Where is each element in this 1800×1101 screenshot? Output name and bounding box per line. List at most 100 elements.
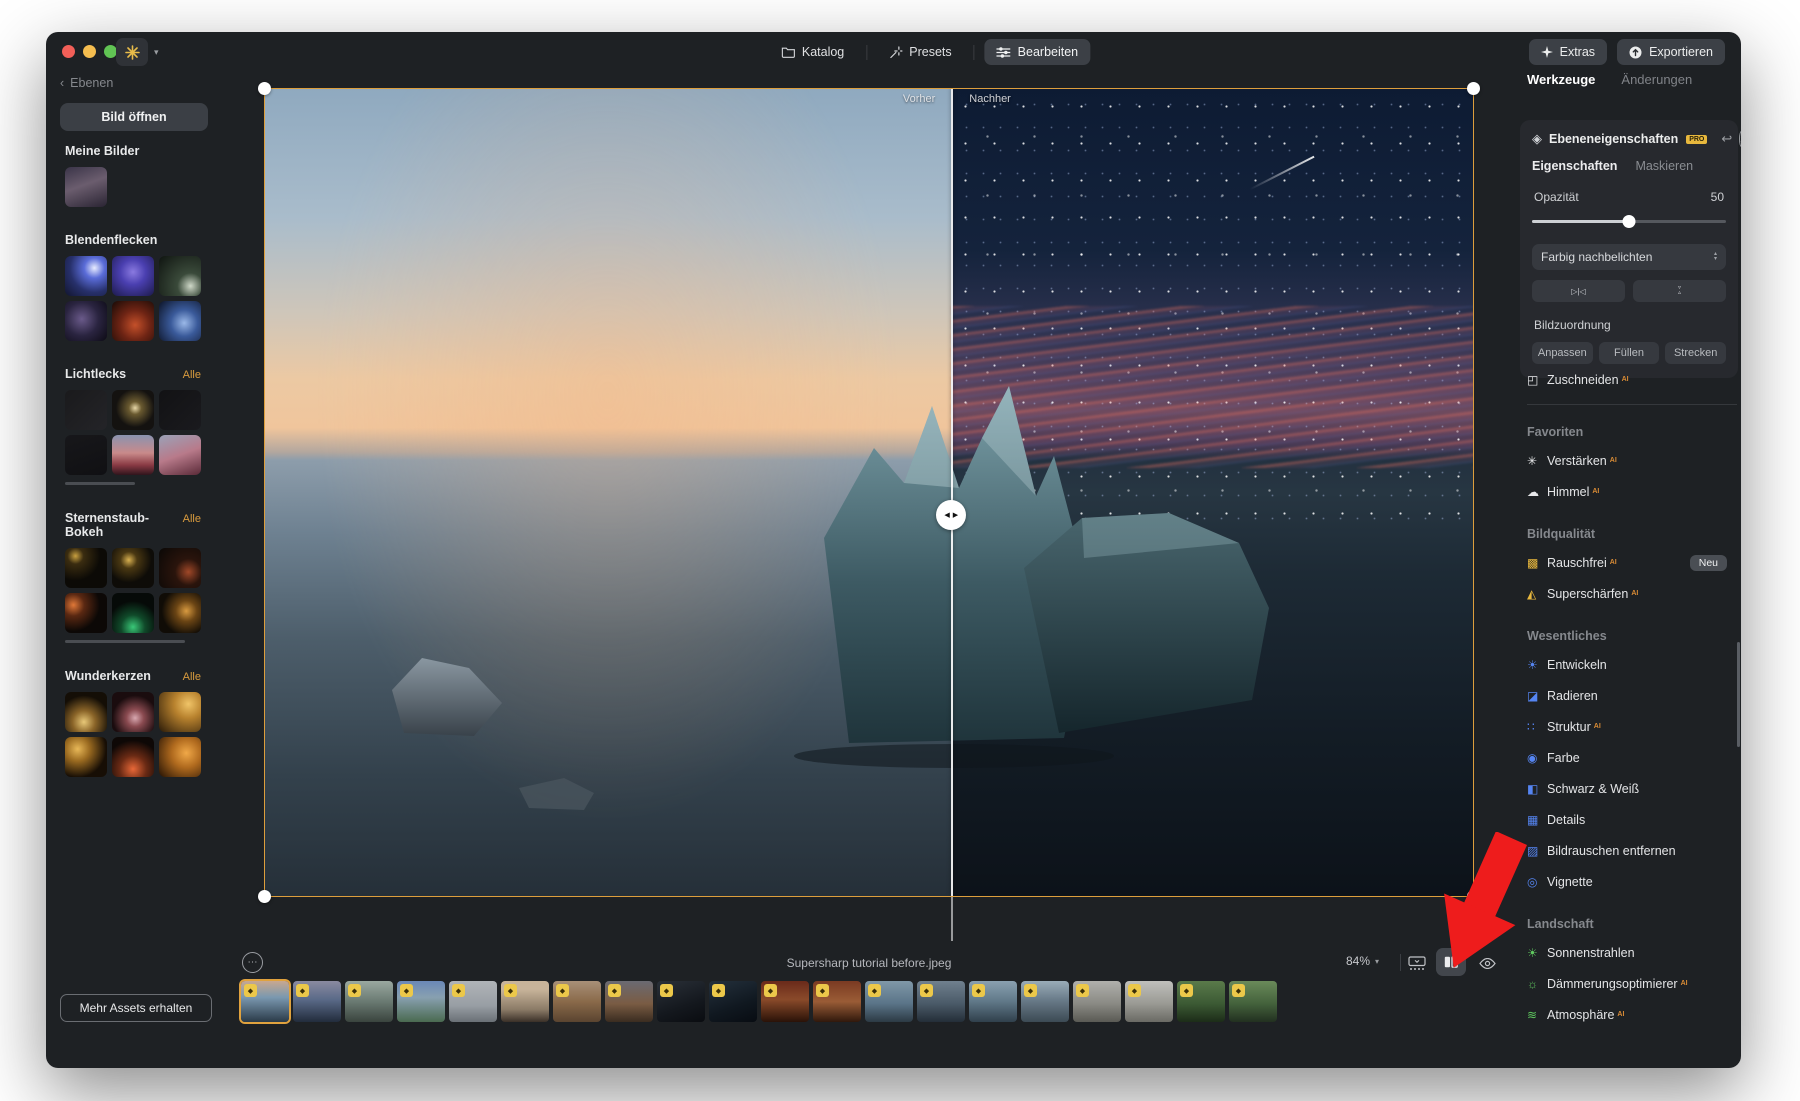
filmstrip-thumbnail[interactable]: ◆ (241, 981, 289, 1022)
tool-item[interactable]: ≋AtmosphäreAI (1527, 999, 1737, 1030)
asset-thumbnail[interactable] (65, 548, 107, 588)
asset-thumbnail[interactable] (159, 548, 201, 588)
mapping-fuellen-button[interactable]: Füllen (1599, 342, 1660, 364)
asset-thumbnail[interactable] (112, 593, 154, 633)
asset-thumbnail[interactable] (65, 256, 107, 296)
filmstrip-thumbnail[interactable]: ◆ (709, 981, 757, 1022)
tool-item[interactable]: ◪Radieren (1527, 680, 1737, 711)
more-options-button[interactable]: ⋯ (242, 952, 263, 973)
erase-icon: ◪ (1527, 689, 1547, 703)
asset-thumbnail[interactable] (112, 548, 154, 588)
tool-item[interactable]: ◭SuperschärfenAI (1527, 578, 1737, 609)
tool-item[interactable]: ◉Farbe (1527, 742, 1737, 773)
scrollbar[interactable] (65, 640, 185, 643)
get-more-assets-button[interactable]: Mehr Assets erhalten (60, 994, 212, 1022)
scrollbar[interactable] (1737, 642, 1740, 747)
compare-divider[interactable] (951, 88, 953, 897)
see-all-link[interactable]: Alle (183, 513, 201, 525)
asset-thumbnail[interactable] (159, 256, 201, 296)
subtab-maskieren[interactable]: Maskieren (1635, 159, 1693, 173)
mapping-strecken-button[interactable]: Strecken (1665, 342, 1726, 364)
asset-thumbnail[interactable] (65, 692, 107, 732)
mapping-anpassen-button[interactable]: Anpassen (1532, 342, 1593, 364)
filmstrip-thumbnail[interactable]: ◆ (1229, 981, 1277, 1022)
tool-label: Radieren (1547, 689, 1598, 703)
asset-thumbnail[interactable] (159, 390, 201, 430)
filmstrip-thumbnail[interactable]: ◆ (1073, 981, 1121, 1022)
minimize-window-icon[interactable] (83, 45, 96, 58)
filmstrip-thumbnail[interactable]: ◆ (1125, 981, 1173, 1022)
blend-mode-dropdown[interactable]: Farbig nachbelichten ▴▾ (1532, 244, 1726, 270)
image-canvas[interactable]: Vorher Nachher ◀▶ (264, 88, 1474, 897)
tab-aenderungen[interactable]: Änderungen (1621, 72, 1692, 87)
asset-thumbnail[interactable] (159, 692, 201, 732)
tool-item[interactable]: ∷StrukturAI (1527, 711, 1737, 742)
asset-thumbnail[interactable] (112, 692, 154, 732)
app-menu-button[interactable] (116, 38, 148, 66)
see-all-link[interactable]: Alle (183, 671, 201, 683)
tool-item[interactable]: ☁HimmelAI (1527, 476, 1737, 507)
opacity-slider[interactable] (1532, 215, 1726, 228)
back-to-layers[interactable]: ‹ Ebenen (60, 76, 113, 90)
slider-knob[interactable] (1623, 215, 1636, 228)
tab-bearbeiten[interactable]: Bearbeiten (985, 39, 1090, 65)
flip-vertical-button[interactable]: ▿▵ (1633, 280, 1726, 302)
asset-thumbnail[interactable] (159, 737, 201, 777)
tool-group-header: Wesentliches (1527, 623, 1737, 649)
supersharp-icon: ◭ (1527, 587, 1547, 601)
asset-thumbnail[interactable] (159, 301, 201, 341)
filmstrip-thumbnail[interactable]: ◆ (449, 981, 497, 1022)
asset-thumbnail[interactable] (65, 737, 107, 777)
tutorial-badge-icon: ◆ (348, 984, 361, 997)
flip-horizontal-button[interactable]: ▷|◁ (1532, 280, 1625, 302)
filmstrip-thumbnail[interactable]: ◆ (761, 981, 809, 1022)
asset-thumbnail[interactable] (112, 301, 154, 341)
subtab-eigenschaften[interactable]: Eigenschaften (1532, 159, 1617, 173)
filmstrip-toggle-button[interactable] (1404, 951, 1430, 975)
tool-item[interactable]: ▦Details (1527, 804, 1737, 835)
filmstrip-thumbnail[interactable]: ◆ (553, 981, 601, 1022)
divider-extension (951, 897, 953, 941)
asset-thumbnail[interactable] (65, 435, 107, 475)
filmstrip-thumbnail[interactable]: ◆ (293, 981, 341, 1022)
open-image-button[interactable]: Bild öffnen (60, 103, 208, 131)
tool-item[interactable]: ▩RauschfreiAINeu (1527, 547, 1737, 578)
filmstrip-thumbnail[interactable]: ◆ (605, 981, 653, 1022)
asset-thumbnail[interactable] (65, 301, 107, 341)
window-controls[interactable] (62, 45, 117, 58)
filmstrip-thumbnail[interactable]: ◆ (657, 981, 705, 1022)
tool-item[interactable]: ◧Schwarz & Weiß (1527, 773, 1737, 804)
tool-item[interactable]: ✳VerstärkenAI (1527, 445, 1737, 476)
asset-thumbnail[interactable] (112, 737, 154, 777)
see-all-link[interactable]: Alle (183, 369, 201, 381)
chevron-down-icon[interactable]: ▾ (154, 47, 159, 58)
asset-thumbnail[interactable] (65, 167, 107, 207)
asset-thumbnail[interactable] (112, 390, 154, 430)
filmstrip-thumbnail[interactable]: ◆ (813, 981, 861, 1022)
filmstrip-thumbnail[interactable]: ◆ (917, 981, 965, 1022)
tool-zuschneiden[interactable]: ◰ Zuschneiden AI (1527, 364, 1737, 395)
filmstrip-thumbnail[interactable]: ◆ (1021, 981, 1069, 1022)
filmstrip-thumbnail[interactable]: ◆ (969, 981, 1017, 1022)
undo-icon[interactable]: ↩ (1721, 131, 1732, 147)
filmstrip-thumbnail[interactable]: ◆ (501, 981, 549, 1022)
zoom-level-dropdown[interactable]: 84% ▾ (1346, 954, 1379, 968)
tab-werkzeuge[interactable]: Werkzeuge (1527, 72, 1595, 87)
filmstrip-thumbnail[interactable]: ◆ (345, 981, 393, 1022)
filmstrip-thumbnail[interactable]: ◆ (865, 981, 913, 1022)
compare-divider-handle[interactable]: ◀▶ (936, 500, 966, 530)
tab-presets[interactable]: Presets (877, 39, 963, 65)
tab-katalog[interactable]: Katalog (769, 39, 856, 65)
tool-item[interactable]: ☀Entwickeln (1527, 649, 1737, 680)
close-window-icon[interactable] (62, 45, 75, 58)
asset-thumbnail[interactable] (112, 256, 154, 296)
filmstrip-thumbnail[interactable]: ◆ (397, 981, 445, 1022)
asset-thumbnail[interactable] (65, 390, 107, 430)
scrollbar[interactable] (65, 482, 135, 485)
asset-thumbnail[interactable] (112, 435, 154, 475)
asset-thumbnail[interactable] (159, 593, 201, 633)
asset-thumbnail[interactable] (159, 435, 201, 475)
info-icon[interactable]: i (1739, 131, 1741, 147)
asset-thumbnail[interactable] (65, 593, 107, 633)
filmstrip-thumbnail[interactable]: ◆ (1177, 981, 1225, 1022)
